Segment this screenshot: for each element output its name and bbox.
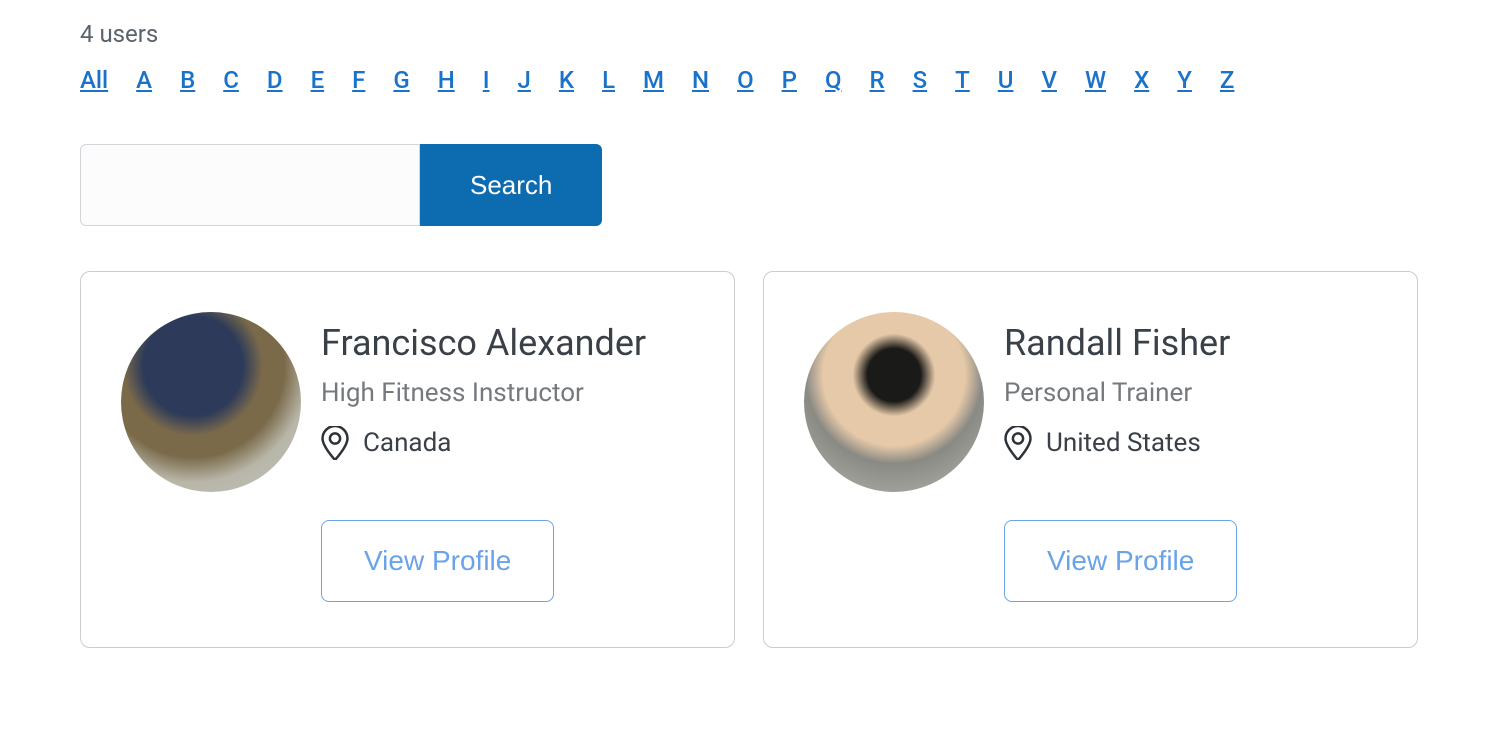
user-count-label: 4 users [80, 20, 1420, 48]
user-cards: Francisco Alexander High Fitness Instruc… [80, 271, 1420, 648]
alpha-filter-link[interactable]: L [602, 66, 615, 94]
alpha-filter-link[interactable]: D [267, 66, 283, 94]
alpha-filter-link[interactable]: I [483, 66, 490, 94]
alpha-filter-link[interactable]: A [136, 66, 152, 94]
user-name: Francisco Alexander [321, 322, 694, 364]
user-location: Canada [321, 426, 694, 460]
user-location-text: United States [1046, 428, 1201, 458]
alpha-filter-link[interactable]: N [692, 66, 709, 94]
avatar [804, 312, 984, 492]
alpha-filter-link[interactable]: H [438, 66, 455, 94]
alpha-filter-link[interactable]: Z [1220, 66, 1234, 94]
alpha-filter-link[interactable]: G [393, 66, 409, 94]
alpha-filter-link[interactable]: K [559, 66, 574, 94]
user-name: Randall Fisher [1004, 322, 1377, 364]
location-pin-icon [1004, 426, 1032, 460]
user-card: Randall Fisher Personal Trainer United S… [763, 271, 1418, 648]
alpha-filter-link[interactable]: O [737, 66, 754, 94]
alpha-filter-link[interactable]: C [223, 66, 239, 94]
user-role: High Fitness Instructor [321, 378, 694, 408]
search-bar: Search [80, 144, 1420, 226]
user-location-text: Canada [363, 428, 451, 458]
alpha-filter-link[interactable]: J [518, 66, 531, 94]
alpha-filter-link[interactable]: B [180, 66, 195, 94]
user-card: Francisco Alexander High Fitness Instruc… [80, 271, 735, 648]
alpha-filter-link[interactable]: U [998, 66, 1014, 94]
alpha-filter-link[interactable]: Y [1177, 66, 1192, 94]
alpha-filter-link[interactable]: W [1085, 66, 1106, 94]
avatar [121, 312, 301, 492]
alpha-filter-link[interactable]: P [782, 66, 797, 94]
user-role: Personal Trainer [1004, 378, 1377, 408]
view-profile-button[interactable]: View Profile [321, 520, 554, 602]
alpha-filter-link[interactable]: R [869, 66, 884, 94]
alpha-filter-link[interactable]: S [913, 66, 928, 94]
alpha-filter-link[interactable]: T [955, 66, 970, 94]
search-button[interactable]: Search [420, 144, 602, 226]
view-profile-button[interactable]: View Profile [1004, 520, 1237, 602]
alpha-filter-link[interactable]: V [1041, 66, 1057, 94]
alpha-filter-link[interactable]: X [1134, 66, 1149, 94]
alpha-filter-link[interactable]: M [643, 66, 664, 94]
location-pin-icon [321, 426, 349, 460]
alpha-filter-link[interactable]: Q [825, 66, 842, 94]
alpha-filter-link[interactable]: E [311, 66, 325, 94]
alpha-filter: All A B C D E F G H I J K L M N O P Q R … [80, 66, 1420, 94]
alpha-filter-link[interactable]: All [80, 66, 108, 94]
alpha-filter-link[interactable]: F [352, 66, 365, 94]
search-input[interactable] [80, 144, 420, 226]
user-location: United States [1004, 426, 1377, 460]
